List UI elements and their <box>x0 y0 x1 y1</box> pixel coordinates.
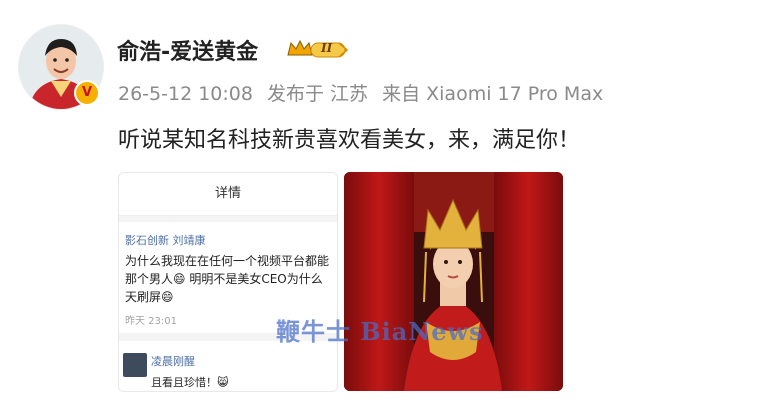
post-image-1[interactable]: 详情 影石创新 刘靖康 为什么我现在在任何一个视频平台都能 那个男人😄 明明不是… <box>118 172 338 392</box>
screenshot-line-2: 那个男人😄 明明不是美女CEO为什么 <box>125 272 323 286</box>
post-meta: 26-5-12 10:08 发布于 江苏 来自 Xiaomi 17 Pro Ma… <box>118 79 611 106</box>
post-location: 发布于 江苏 <box>267 83 369 105</box>
screenshot-header: 详情 <box>119 173 337 216</box>
level-text: II <box>321 41 333 55</box>
screenshot-line-1: 为什么我现在在任何一个视频平台都能 <box>125 254 330 268</box>
user-avatar[interactable]: V <box>18 24 104 110</box>
reply-text: 且看且珍惜！😸 <box>151 376 229 389</box>
screenshot-line-3: 天刷屏😄 <box>125 290 174 304</box>
verified-badge-icon: V <box>74 80 100 106</box>
post-time[interactable]: 26-5-12 10:08 <box>118 83 253 105</box>
level-badge-icon[interactable]: II <box>287 38 349 60</box>
reply-name: 凌晨刚醒 <box>151 355 195 368</box>
screenshot-reply: 凌晨刚醒 且看且珍惜！😸 <box>119 341 337 391</box>
reply-avatar <box>123 353 147 377</box>
post-device: 来自 Xiaomi 17 Pro Max <box>382 83 604 105</box>
screenshot-author: 影石创新 刘靖康 <box>125 234 206 247</box>
watermark: 鞭牛士 BiaNews <box>276 317 484 346</box>
post-text: 听说某知名科技新贵喜欢看美女，来，满足你！ <box>118 128 581 153</box>
post-image-2[interactable] <box>344 172 563 391</box>
user-name[interactable]: 俞浩-爱送黄金 <box>117 34 258 66</box>
bride-photo <box>344 172 563 391</box>
